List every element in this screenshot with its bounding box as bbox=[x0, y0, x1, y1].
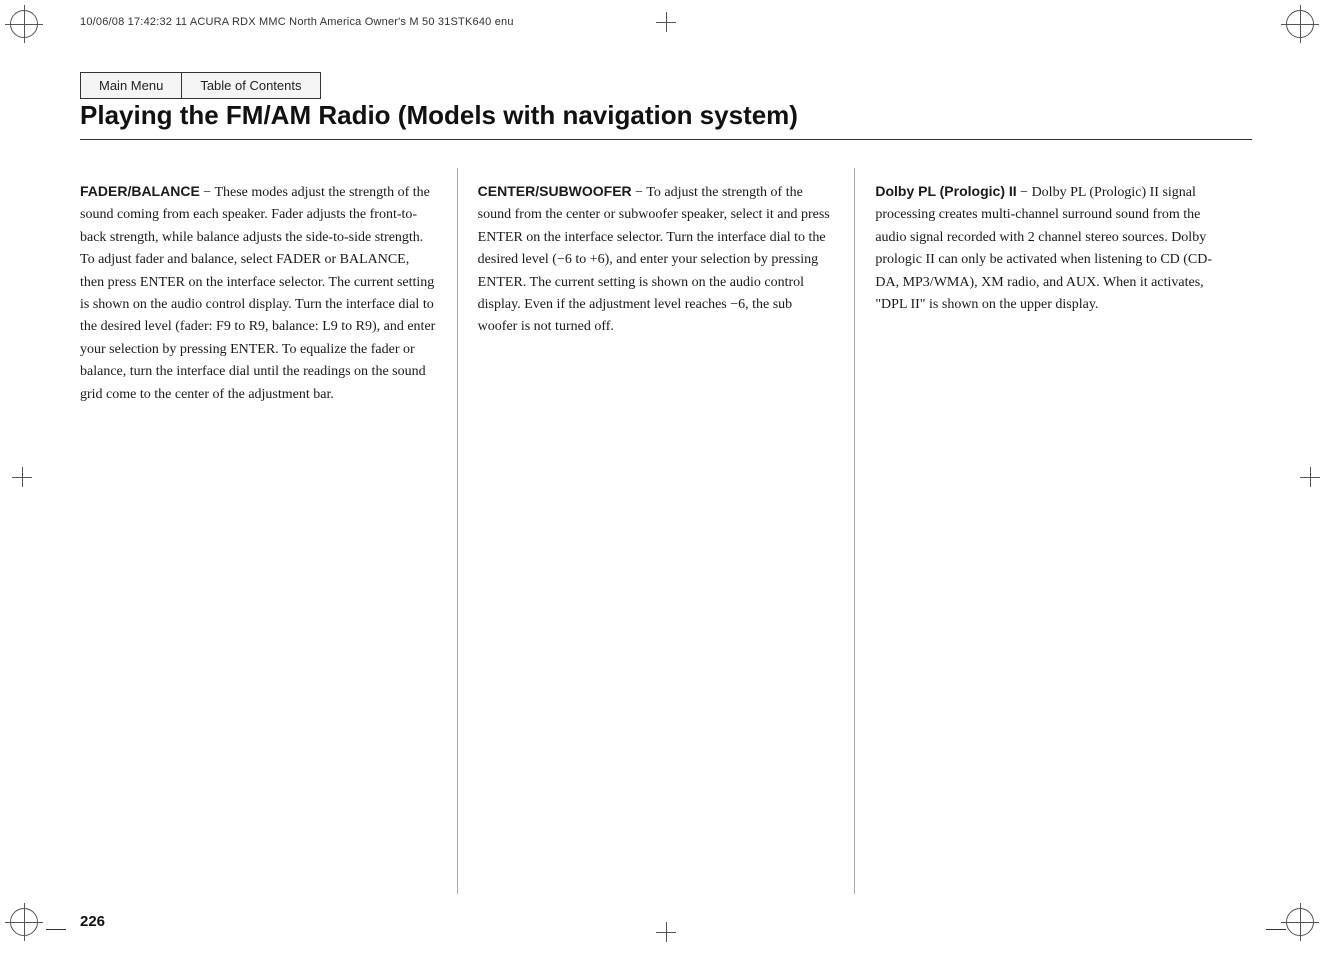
corner-mark-tr bbox=[1286, 10, 1322, 46]
center-subwoofer-separator: − bbox=[632, 185, 647, 200]
fader-balance-term: FADER/BALANCE bbox=[80, 183, 200, 199]
page-wrapper: 10/06/08 17:42:32 11 ACURA RDX MMC North… bbox=[0, 0, 1332, 954]
center-subwoofer-body: To adjust the strength of the sound from… bbox=[478, 185, 830, 334]
dolby-pl-text: Dolby PL (Prologic) II − Dolby PL (Prolo… bbox=[875, 180, 1232, 316]
crosshair-bottom bbox=[656, 922, 676, 942]
content-area: FADER/BALANCE − These modes adjust the s… bbox=[80, 168, 1252, 894]
header-timestamp: 10/06/08 17:42:32 11 ACURA RDX MMC North… bbox=[80, 16, 514, 28]
dolby-pl-body: Dolby PL (Prologic) II signal processing… bbox=[875, 185, 1212, 312]
dolby-pl-separator: − bbox=[1017, 185, 1032, 200]
dolby-pl-term: Dolby PL (Prologic) II bbox=[875, 183, 1016, 199]
nav-buttons: Main Menu Table of Contents bbox=[80, 72, 321, 99]
corner-mark-br bbox=[1286, 908, 1322, 944]
column-dolby-pl: Dolby PL (Prologic) II − Dolby PL (Prolo… bbox=[875, 168, 1252, 894]
side-line-right bbox=[1266, 929, 1286, 930]
fader-balance-text: FADER/BALANCE − These modes adjust the s… bbox=[80, 180, 437, 406]
center-subwoofer-term: CENTER/SUBWOOFER bbox=[478, 183, 632, 199]
table-of-contents-button[interactable]: Table of Contents bbox=[181, 72, 320, 99]
center-subwoofer-text: CENTER/SUBWOOFER − To adjust the strengt… bbox=[478, 180, 835, 339]
corner-mark-bl bbox=[10, 908, 46, 944]
side-line-left bbox=[46, 929, 66, 930]
corner-mark-tl bbox=[10, 10, 46, 46]
column-fader-balance: FADER/BALANCE − These modes adjust the s… bbox=[80, 168, 458, 894]
page-number: 226 bbox=[80, 913, 105, 930]
fader-balance-body: These modes adjust the strength of the s… bbox=[80, 185, 435, 402]
page-title: Playing the FM/AM Radio (Models with nav… bbox=[80, 100, 1252, 140]
main-menu-button[interactable]: Main Menu bbox=[80, 72, 181, 99]
crosshair-left bbox=[12, 467, 32, 487]
fader-balance-separator: − bbox=[200, 185, 215, 200]
crosshair-right bbox=[1300, 467, 1320, 487]
crosshair-top bbox=[656, 12, 676, 32]
column-center-subwoofer: CENTER/SUBWOOFER − To adjust the strengt… bbox=[478, 168, 856, 894]
